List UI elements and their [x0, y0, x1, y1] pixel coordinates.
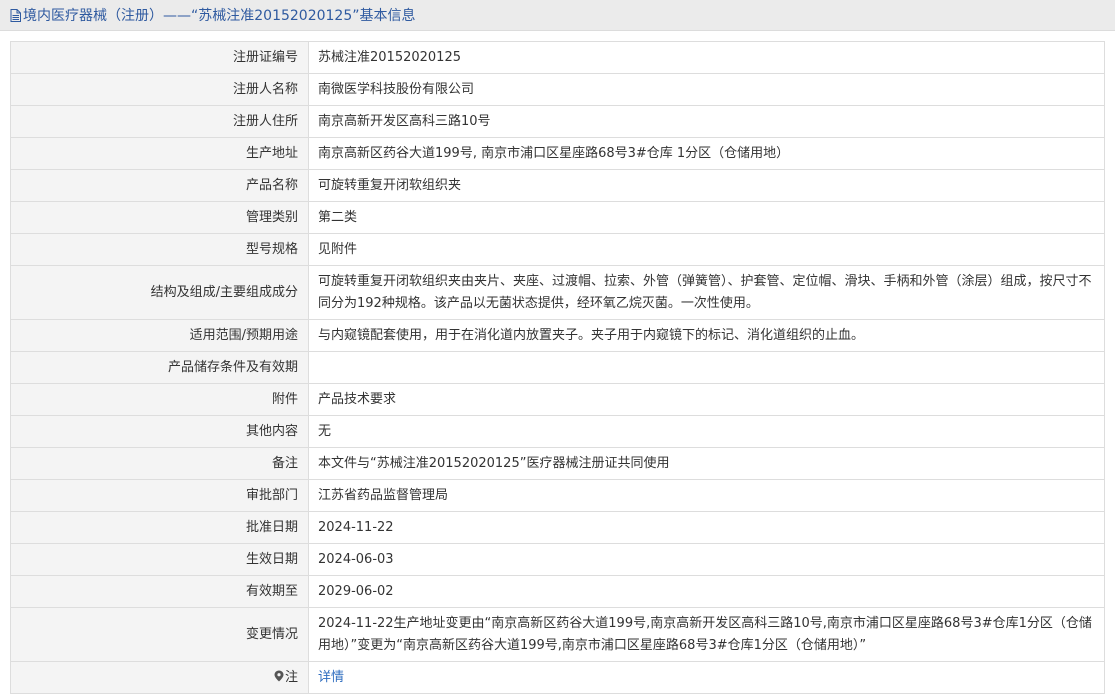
- row-value: 产品技术要求: [308, 383, 1105, 416]
- table-row-other: 其他内容 无: [10, 415, 1105, 448]
- info-table: 注册证编号 苏械注准20152020125 注册人名称 南微医学科技股份有限公司…: [10, 41, 1105, 694]
- row-value: 与内窥镜配套使用，用于在消化道内放置夹子。夹子用于内窥镜下的标记、消化道组织的止…: [308, 319, 1105, 352]
- row-label: 结构及组成/主要组成成分: [10, 265, 309, 320]
- row-value: 详情: [308, 661, 1105, 694]
- row-label: 生效日期: [10, 543, 309, 576]
- table-row-attachment: 附件 产品技术要求: [10, 383, 1105, 416]
- document-icon: [10, 9, 21, 22]
- page-title: 境内医疗器械（注册）——“苏械注准20152020125”基本信息: [23, 8, 416, 24]
- row-value: 可旋转重复开闭软组织夹由夹片、夹座、过渡帽、拉索、外管（弹簧管）、护套管、定位帽…: [308, 265, 1105, 320]
- table-row-structure: 结构及组成/主要组成成分 可旋转重复开闭软组织夹由夹片、夹座、过渡帽、拉索、外管…: [10, 265, 1105, 320]
- row-label: 批准日期: [10, 511, 309, 544]
- table-row-model-spec: 型号规格 见附件: [10, 233, 1105, 266]
- row-label: 产品名称: [10, 169, 309, 202]
- row-value: 2024-11-22生产地址变更由“南京高新区药谷大道199号,南京高新开发区高…: [308, 607, 1105, 662]
- table-row-note: 注 详情: [10, 661, 1105, 694]
- table-row-storage: 产品储存条件及有效期: [10, 351, 1105, 384]
- table-row-product-name: 产品名称 可旋转重复开闭软组织夹: [10, 169, 1105, 202]
- details-link[interactable]: 详情: [318, 670, 344, 685]
- row-value: 见附件: [308, 233, 1105, 266]
- row-value: 2024-11-22: [308, 511, 1105, 544]
- note-label: 注: [284, 669, 298, 685]
- table-row-change-history: 变更情况 2024-11-22生产地址变更由“南京高新区药谷大道199号,南京高…: [10, 607, 1105, 662]
- row-value: 南京高新开发区高科三路10号: [308, 105, 1105, 138]
- row-label: 附件: [10, 383, 309, 416]
- table-row-management-category: 管理类别 第二类: [10, 201, 1105, 234]
- row-label: 变更情况: [10, 607, 309, 662]
- row-label: 产品储存条件及有效期: [10, 351, 309, 384]
- row-label: 型号规格: [10, 233, 309, 266]
- table-row-registration-number: 注册证编号 苏械注准20152020125: [10, 41, 1105, 74]
- row-value: 南微医学科技股份有限公司: [308, 73, 1105, 106]
- page-header: 境内医疗器械（注册）——“苏械注准20152020125”基本信息: [0, 0, 1115, 31]
- row-label: 审批部门: [10, 479, 309, 512]
- row-label: 注册人名称: [10, 73, 309, 106]
- table-row-registrant-address: 注册人住所 南京高新开发区高科三路10号: [10, 105, 1105, 138]
- row-value: 本文件与“苏械注准20152020125”医疗器械注册证共同使用: [308, 447, 1105, 480]
- row-value: 可旋转重复开闭软组织夹: [308, 169, 1105, 202]
- table-row-approval-date: 批准日期 2024-11-22: [10, 511, 1105, 544]
- table-row-registrant-name: 注册人名称 南微医学科技股份有限公司: [10, 73, 1105, 106]
- row-value: 第二类: [308, 201, 1105, 234]
- row-label: 适用范围/预期用途: [10, 319, 309, 352]
- location-pin-icon: [274, 670, 284, 681]
- table-row-expiry-date: 有效期至 2029-06-02: [10, 575, 1105, 608]
- row-label: 生产地址: [10, 137, 309, 170]
- row-value: 无: [308, 415, 1105, 448]
- row-value: 2024-06-03: [308, 543, 1105, 576]
- row-value: 江苏省药品监督管理局: [308, 479, 1105, 512]
- row-label: 注册人住所: [10, 105, 309, 138]
- row-label: 管理类别: [10, 201, 309, 234]
- row-value: 苏械注准20152020125: [308, 41, 1105, 74]
- row-label-note: 注: [10, 661, 309, 694]
- row-value: 2029-06-02: [308, 575, 1105, 608]
- table-row-intended-use: 适用范围/预期用途 与内窥镜配套使用，用于在消化道内放置夹子。夹子用于内窥镜下的…: [10, 319, 1105, 352]
- row-label: 注册证编号: [10, 41, 309, 74]
- row-value: [308, 351, 1105, 384]
- row-value: 南京高新区药谷大道199号, 南京市浦口区星座路68号3#仓库 1分区（仓储用地…: [308, 137, 1105, 170]
- table-row-effective-date: 生效日期 2024-06-03: [10, 543, 1105, 576]
- row-label: 有效期至: [10, 575, 309, 608]
- info-panel: 注册证编号 苏械注准20152020125 注册人名称 南微医学科技股份有限公司…: [10, 41, 1105, 694]
- table-row-approval-department: 审批部门 江苏省药品监督管理局: [10, 479, 1105, 512]
- table-row-production-address: 生产地址 南京高新区药谷大道199号, 南京市浦口区星座路68号3#仓库 1分区…: [10, 137, 1105, 170]
- row-label: 其他内容: [10, 415, 309, 448]
- table-row-remarks: 备注 本文件与“苏械注准20152020125”医疗器械注册证共同使用: [10, 447, 1105, 480]
- row-label: 备注: [10, 447, 309, 480]
